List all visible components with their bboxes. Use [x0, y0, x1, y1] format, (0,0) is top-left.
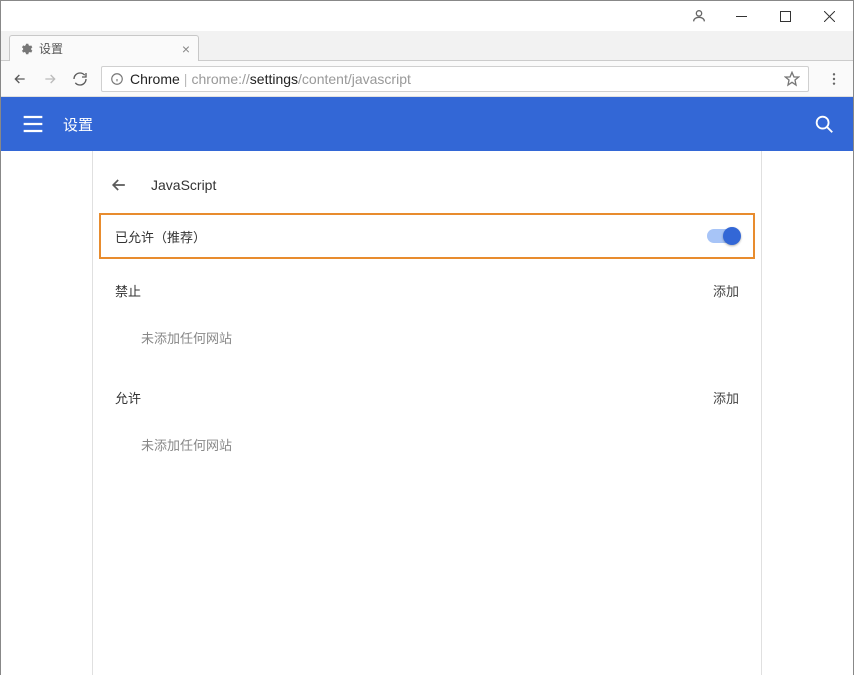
app-bar: 设置 [1, 97, 853, 151]
close-tab-icon[interactable]: × [182, 42, 190, 56]
content-area: JavaScript 已允许（推荐） 禁止 添加 未添加任何网站 允许 添加 未… [1, 151, 853, 675]
block-empty-text: 未添加任何网站 [93, 318, 761, 369]
toggle-switch[interactable] [707, 229, 739, 243]
toggle-thumb [723, 227, 741, 245]
allowed-toggle-row[interactable]: 已允许（推荐） [99, 213, 755, 259]
menu-button[interactable] [821, 66, 847, 92]
add-blocked-site-button[interactable]: 添加 [713, 281, 739, 300]
url-scheme: Chrome [130, 71, 180, 87]
allow-empty-text: 未添加任何网站 [93, 425, 761, 476]
page-title: JavaScript [151, 177, 216, 193]
browser-toolbar: Chrome | chrome://settings/content/javas… [1, 61, 853, 97]
search-icon[interactable] [813, 113, 835, 135]
gear-icon [18, 41, 33, 56]
address-bar[interactable]: Chrome | chrome://settings/content/javas… [101, 66, 809, 92]
bookmark-star-icon[interactable] [784, 71, 800, 87]
window-titlebar [1, 1, 853, 31]
tab-title: 设置 [39, 40, 63, 57]
back-button[interactable] [7, 66, 33, 92]
site-info-icon[interactable] [110, 72, 124, 86]
hamburger-menu-icon[interactable] [19, 110, 47, 138]
add-allowed-site-button[interactable]: 添加 [713, 388, 739, 407]
block-section-header: 禁止 添加 [93, 263, 761, 318]
allow-section-label: 允许 [115, 388, 141, 407]
back-arrow-icon[interactable] [109, 175, 129, 195]
url-text: chrome://settings/content/javascript [191, 71, 410, 87]
app-bar-title: 设置 [63, 114, 93, 135]
settings-card: JavaScript 已允许（推荐） 禁止 添加 未添加任何网站 允许 添加 未… [92, 151, 762, 675]
browser-tab[interactable]: 设置 × [9, 35, 199, 61]
window-close-button[interactable] [807, 2, 851, 30]
window-minimize-button[interactable] [719, 2, 763, 30]
window-maximize-button[interactable] [763, 2, 807, 30]
allowed-toggle-label: 已允许（推荐） [115, 227, 206, 246]
user-account-icon[interactable] [679, 2, 719, 30]
card-header: JavaScript [93, 161, 761, 209]
tabs-strip: 设置 × [1, 31, 853, 61]
reload-button[interactable] [67, 66, 93, 92]
block-section-label: 禁止 [115, 281, 141, 300]
forward-button[interactable] [37, 66, 63, 92]
allow-section-header: 允许 添加 [93, 370, 761, 425]
